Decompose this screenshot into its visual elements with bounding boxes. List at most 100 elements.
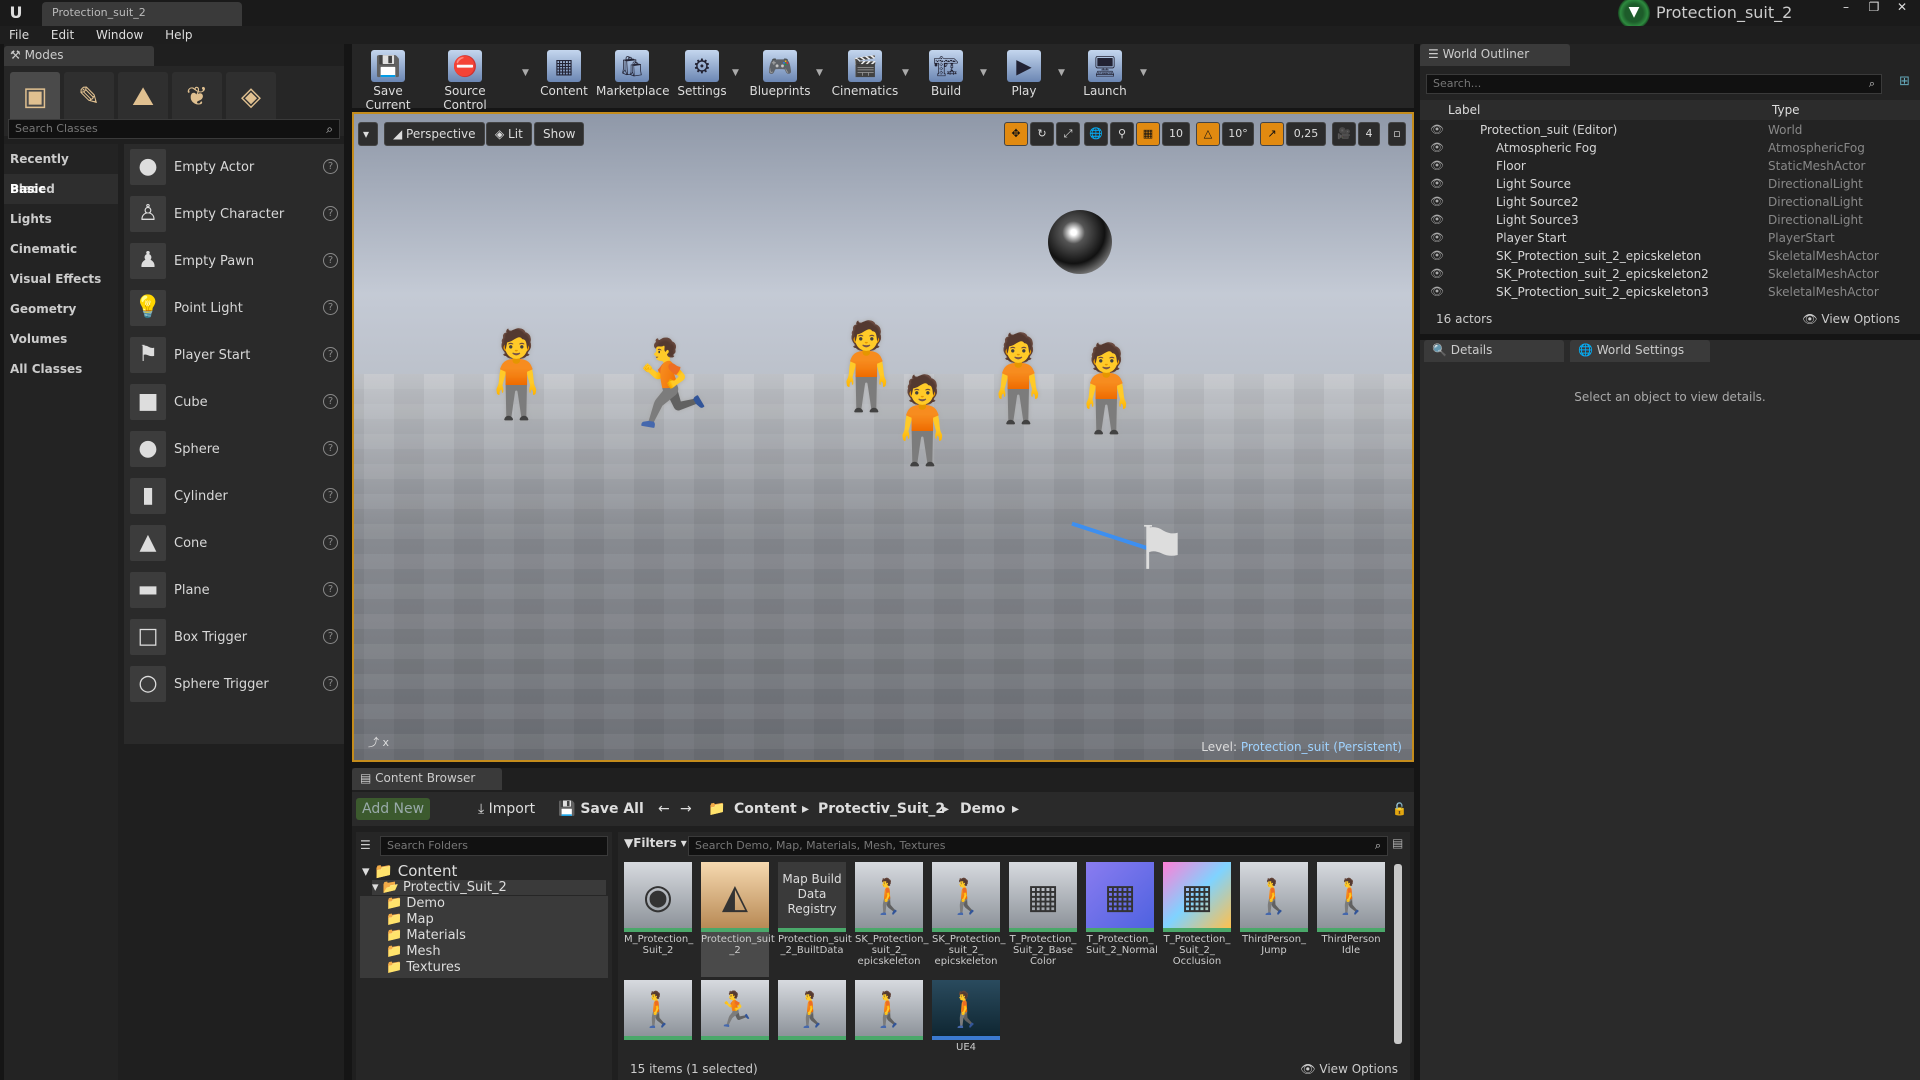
help-icon[interactable]: ? — [323, 535, 338, 550]
launch-button[interactable]: 🖥 Launch — [1074, 44, 1136, 108]
outliner-row[interactable]: 👁 Light Source3 DirectionalLight — [1420, 212, 1900, 230]
import-button[interactable]: ⤓ Import — [472, 798, 541, 820]
landscape-mode-icon[interactable]: ⛰ — [118, 72, 168, 122]
geometry-mode-icon[interactable]: ◈ — [226, 72, 276, 122]
search-classes-input[interactable]: Search Classes ⌕ — [8, 119, 340, 139]
source-control-dropdown-icon[interactable]: ▼ — [522, 68, 532, 78]
player-start-icon[interactable]: ⚑ — [1134, 514, 1188, 584]
scale-icon[interactable]: ⤢ — [1056, 122, 1080, 146]
grid-snap-icon[interactable]: ▦ — [1136, 122, 1160, 146]
actor-point-light[interactable]: 💡 Point Light? — [124, 285, 344, 332]
level-viewport[interactable]: 🧍 🏃 🧍 🧍 🧍 🧍 ⚑ ▾ ◢ Perspective ◈ Lit Show… — [352, 112, 1414, 762]
visibility-eye-icon[interactable]: 👁 — [1430, 141, 1444, 154]
visibility-eye-icon[interactable]: 👁 — [1430, 159, 1444, 172]
asset-tile[interactable]: 🏃 — [701, 980, 769, 1042]
category-all-classes[interactable]: All Classes — [4, 354, 118, 384]
cinematics-button[interactable]: 🎬 Cinematics — [830, 44, 900, 108]
asset-tile[interactable]: 🚶 — [778, 980, 846, 1042]
actor-plane[interactable]: ▬ Plane? — [124, 567, 344, 614]
foliage-mode-icon[interactable]: ❦ — [172, 72, 222, 122]
asset-tile[interactable]: 🚶 UE4 — [932, 980, 1000, 1053]
asset-tile[interactable]: 🚶 — [855, 980, 923, 1042]
category-volumes[interactable]: Volumes — [4, 324, 118, 354]
marketplace-button[interactable]: 🛍 Marketplace — [596, 44, 670, 108]
character-suit-2[interactable]: 🏃 — [616, 342, 721, 426]
folder-content[interactable]: ▾ 📁 Content — [362, 862, 457, 880]
world-local-icon[interactable]: 🌐 — [1084, 122, 1108, 146]
visibility-eye-icon[interactable]: 👁 — [1430, 177, 1444, 190]
settings-dropdown-icon[interactable]: ▼ — [732, 68, 742, 78]
menu-window[interactable]: Window — [87, 26, 152, 44]
help-icon[interactable]: ? — [323, 300, 338, 315]
forward-icon[interactable]: → — [674, 798, 698, 820]
outliner-row[interactable]: 👁 Light Source2 DirectionalLight — [1420, 194, 1900, 212]
outliner-row[interactable]: 👁 Floor StaticMeshActor — [1420, 158, 1900, 176]
save-current-button[interactable]: 💾 Save Current — [356, 44, 420, 112]
breadcrumb-demo[interactable]: Demo — [960, 798, 1005, 820]
asset-tile[interactable]: ▦ T_Protection_ Suit_2_ Occlusion — [1163, 862, 1231, 977]
source-control-button[interactable]: ⛔ Source Control — [422, 44, 508, 112]
outliner-view-options[interactable]: 👁 View Options — [1802, 312, 1900, 326]
help-icon[interactable]: ? — [323, 629, 338, 644]
visibility-eye-icon[interactable]: 👁 — [1430, 231, 1444, 244]
play-button[interactable]: ▶ Play — [996, 44, 1052, 108]
menu-help[interactable]: Help — [156, 26, 201, 44]
outliner-search-input[interactable]: Search... ⌕ — [1426, 74, 1882, 94]
category-cinematic[interactable]: Cinematic — [4, 234, 118, 264]
character-suit-6[interactable]: 🧍 — [1054, 346, 1159, 430]
maximize-icon[interactable]: ❐ — [1860, 0, 1888, 16]
character-suit-1[interactable]: 🧍 — [464, 332, 569, 416]
category-lights[interactable]: Lights — [4, 204, 118, 234]
help-icon[interactable]: ? — [323, 394, 338, 409]
outliner-row[interactable]: 👁 Light Source DirectionalLight — [1420, 176, 1900, 194]
actor-cone[interactable]: ▲ Cone? — [124, 520, 344, 567]
visibility-eye-icon[interactable]: 👁 — [1430, 267, 1444, 280]
asset-tile[interactable]: ▦ T_Protection_ Suit_2_Normal — [1086, 862, 1158, 977]
asset-tile[interactable]: Map Build Data Registry Protection_suit _… — [778, 862, 852, 977]
outliner-row[interactable]: 👁 Atmospheric Fog AtmosphericFog — [1420, 140, 1900, 158]
rotation-snap-value[interactable]: 10° — [1222, 122, 1254, 146]
camera-speed-icon[interactable]: 🎥 — [1332, 122, 1356, 146]
back-icon[interactable]: ← — [652, 798, 676, 820]
add-new-button[interactable]: Add New — [356, 798, 431, 820]
help-icon[interactable]: ? — [323, 582, 338, 597]
reflection-sphere[interactable] — [1048, 210, 1112, 274]
category-geometry[interactable]: Geometry — [4, 294, 118, 324]
menu-edit[interactable]: Edit — [42, 26, 83, 44]
menu-file[interactable]: File — [0, 26, 38, 44]
launch-dropdown-icon[interactable]: ▼ — [1140, 68, 1150, 78]
maximize-viewport-icon[interactable]: ▫ — [1388, 122, 1406, 146]
visibility-eye-icon[interactable]: 👁 — [1430, 285, 1444, 298]
actor-sphere-trigger[interactable]: ○ Sphere Trigger? — [124, 661, 344, 708]
visibility-eye-icon[interactable]: 👁 — [1430, 123, 1444, 136]
breadcrumb-project[interactable]: Protectiv_Suit_2 — [818, 798, 945, 820]
paint-mode-icon[interactable]: ✎ — [64, 72, 114, 122]
help-icon[interactable]: ? — [323, 347, 338, 362]
filters-button[interactable]: ▼Filters ▾ — [624, 836, 687, 850]
add-actor-icon[interactable]: ⊞ — [1899, 74, 1910, 89]
translate-icon[interactable]: ✥ — [1004, 122, 1028, 146]
visibility-eye-icon[interactable]: 👁 — [1430, 213, 1444, 226]
folder-mesh[interactable]: 📁 Mesh — [386, 944, 441, 959]
content-button[interactable]: ▦ Content — [536, 44, 592, 108]
outliner-row[interactable]: 👁 SK_Protection_suit_2_epicskeleton2 Skele… — [1420, 266, 1900, 284]
actor-sphere[interactable]: ● Sphere? — [124, 426, 344, 473]
viewport-options-dropdown[interactable]: ▾ — [358, 122, 378, 146]
outliner-row[interactable]: 👁 SK_Protection_suit_2_epicskeleton Skelet… — [1420, 248, 1900, 266]
cinematics-dropdown-icon[interactable]: ▼ — [902, 68, 912, 78]
asset-tile[interactable]: 🚶 SK_Protection_ suit_2_ epicskeleton — [932, 862, 1006, 977]
asset-tile[interactable]: ▦ T_Protection_ Suit_2_Base Color — [1009, 862, 1077, 977]
actor-empty-actor[interactable]: ● Empty Actor? — [124, 144, 344, 191]
lock-icon[interactable]: 🔓 — [1392, 798, 1407, 820]
settings-button[interactable]: ⚙ Settings — [672, 44, 732, 108]
col-type[interactable]: Type — [1772, 103, 1800, 117]
category-recently-placed[interactable]: Recently Placed — [4, 144, 118, 196]
world-settings-tab[interactable]: 🌐 World Settings — [1570, 340, 1710, 362]
asset-tile[interactable]: 🚶 ThirdPerson_ Jump — [1240, 862, 1308, 977]
folder-map[interactable]: 📁 Map — [386, 912, 434, 927]
actor-empty-pawn[interactable]: ♟ Empty Pawn? — [124, 238, 344, 285]
build-dropdown-icon[interactable]: ▼ — [980, 68, 990, 78]
minimize-icon[interactable]: – — [1832, 0, 1860, 16]
folder-materials[interactable]: 📁 Materials — [386, 928, 466, 943]
asset-scrollbar[interactable] — [1394, 864, 1402, 1044]
